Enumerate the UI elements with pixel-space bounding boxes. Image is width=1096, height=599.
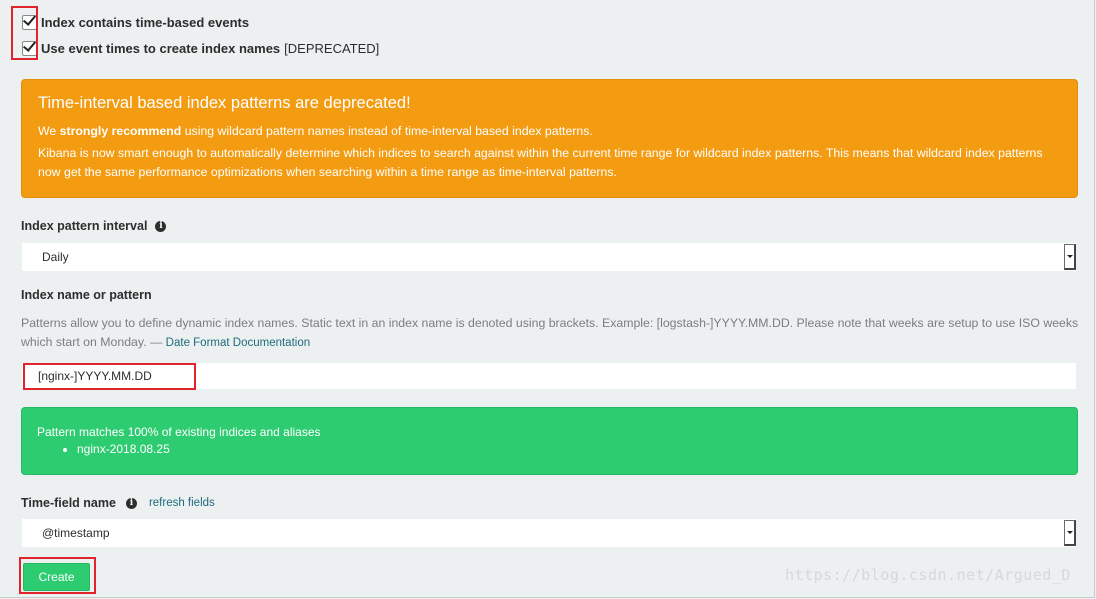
deprecation-callout: Time-interval based index patterns are d… xyxy=(21,79,1078,198)
time-field-selected-value: @timestamp xyxy=(42,526,110,540)
watermark-text: https://blog.csdn.net/Argued_D xyxy=(785,566,1071,584)
pattern-label-text: Index name or pattern xyxy=(21,288,152,302)
recommendation-prefix: We xyxy=(38,124,57,138)
info-icon[interactable]: i xyxy=(155,220,167,232)
recommendation-suffix: using wildcard pattern names instead of … xyxy=(184,124,593,138)
deprecation-explanation: Kibana is now smart enough to automatica… xyxy=(38,146,1043,179)
event-times-option[interactable]: Use event times to create index names [D… xyxy=(22,38,379,58)
event-times-checkbox[interactable] xyxy=(22,40,37,56)
pattern-help-text: Patterns allow you to define dynamic ind… xyxy=(21,314,1081,353)
index-pattern-input[interactable] xyxy=(22,363,1076,389)
recommendation-strong: strongly recommend xyxy=(59,124,182,138)
time-based-events-option[interactable]: Index contains time-based events xyxy=(22,12,249,32)
interval-select[interactable]: Daily xyxy=(22,243,1076,271)
info-icon[interactable]: i xyxy=(125,497,137,509)
interval-selected-value: Daily xyxy=(42,250,69,264)
deprecated-tag: [DEPRECATED] xyxy=(284,40,380,56)
deprecation-recommendation: We strongly recommend using wildcard pat… xyxy=(38,122,1061,141)
time-field-label-text: Time-field name xyxy=(21,496,116,510)
create-button[interactable]: Create xyxy=(23,563,90,591)
time-field-select[interactable]: @timestamp xyxy=(22,519,1076,547)
chevron-down-icon[interactable] xyxy=(1064,520,1076,546)
time-based-events-label: Index contains time-based events xyxy=(41,14,250,30)
matched-indices-list: nginx-2018.08.25 xyxy=(37,441,1062,457)
date-format-docs-link[interactable]: Date Format Documentation xyxy=(166,337,310,349)
interval-label-text: Index pattern interval xyxy=(21,219,148,233)
chevron-down-icon[interactable] xyxy=(1064,244,1076,270)
time-based-events-checkbox[interactable] xyxy=(22,14,37,30)
matched-index-item: nginx-2018.08.25 xyxy=(77,441,1062,457)
deprecation-title: Time-interval based index patterns are d… xyxy=(38,94,411,112)
pattern-field-label: Index name or pattern xyxy=(21,288,152,302)
pattern-match-callout: Pattern matches 100% of existing indices… xyxy=(21,407,1078,475)
refresh-fields-link[interactable]: refresh fields xyxy=(149,497,215,509)
interval-field-label: Index pattern interval i xyxy=(21,219,167,233)
time-field-label: Time-field name i refresh fields xyxy=(21,496,215,510)
event-times-label: Use event times to create index names xyxy=(41,40,281,56)
pattern-match-message: Pattern matches 100% of existing indices… xyxy=(37,425,321,439)
